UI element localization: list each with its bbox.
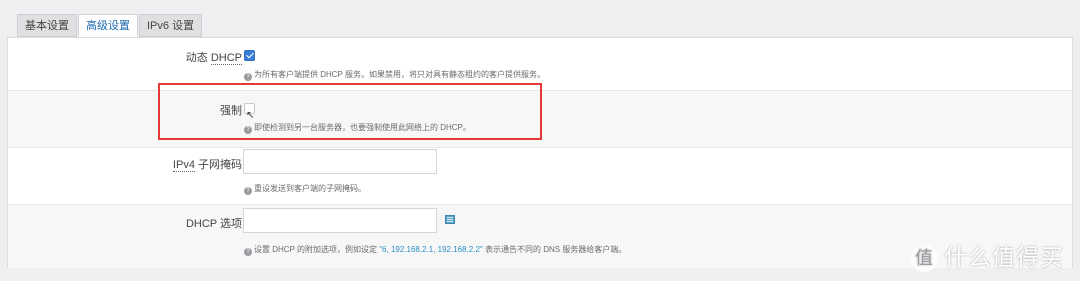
dynamic-dhcp-checkbox[interactable] (244, 50, 255, 61)
watermark-logo-icon: 值 (911, 245, 938, 272)
tab-ipv6-settings[interactable]: IPv6 设置 (139, 14, 203, 37)
ipv4-netmask-label: IPv4 子网掩码 (172, 159, 242, 172)
dynamic-dhcp-label: 动态 DHCP (185, 52, 242, 65)
mouse-cursor-icon: ↖ (246, 110, 255, 121)
red-highlight-box (158, 83, 542, 140)
dhcp-options-input[interactable] (243, 208, 437, 233)
watermark-text: 什么值得买 (944, 245, 1064, 271)
ipv4-netmask-hint: ? 重设发送到客户端的子网掩码。 (244, 183, 366, 195)
help-icon: ? (244, 248, 252, 256)
add-list-icon[interactable] (445, 215, 455, 224)
row-ipv4-netmask: IPv4 子网掩码 ? 重设发送到客户端的子网掩码。 (8, 147, 1072, 204)
help-icon: ? (244, 187, 252, 195)
watermark: 值什么值得买 (911, 238, 1064, 272)
settings-panel: 动态 DHCP ? 为所有客户端提供 DHCP 服务。如果禁用，将只对具有静态租约… (7, 37, 1073, 268)
help-icon: ? (244, 73, 252, 81)
dhcp-options-label: DHCP 选项 (185, 218, 242, 230)
tab-basic-settings[interactable]: 基本设置 (17, 14, 77, 37)
tab-advanced-settings[interactable]: 高级设置 (78, 14, 138, 37)
ipv4-netmask-input[interactable] (243, 149, 437, 174)
tab-bar: 基本设置 高级设置 IPv6 设置 (17, 14, 203, 38)
dhcp-options-hint: ? 设置 DHCP 的附加选项，例如设定 "6, 192.168.2.1, 192… (244, 244, 626, 256)
dynamic-dhcp-hint: ? 为所有客户端提供 DHCP 服务。如果禁用，将只对具有静态租约的客户提供服务。 (244, 69, 545, 81)
